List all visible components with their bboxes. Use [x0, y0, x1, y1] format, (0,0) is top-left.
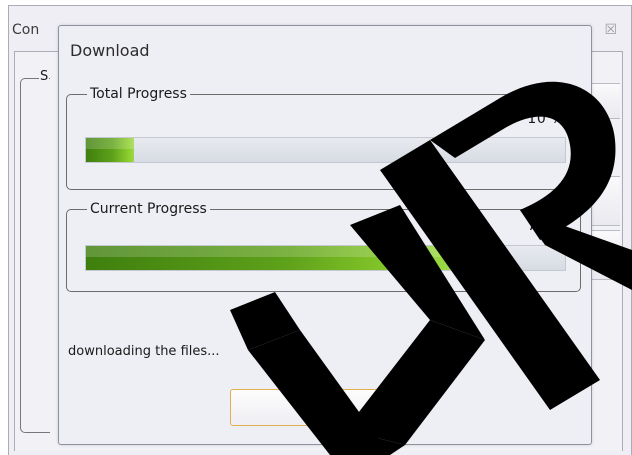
- status-text: downloading the files...: [68, 344, 220, 359]
- current-progress-label: Current Progress: [87, 201, 210, 217]
- close-icon[interactable]: ☒: [604, 22, 617, 38]
- current-progress-panel: Current Progress 76 %: [66, 201, 581, 292]
- download-dialog: Download Total Progress 10 % Current Pro…: [58, 25, 592, 445]
- total-progress-percent: 10 %: [527, 111, 565, 127]
- current-progress-bar: [85, 245, 566, 271]
- total-progress-bar: [85, 137, 566, 163]
- current-progress-fill: [86, 246, 451, 270]
- stop-button[interactable]: Stop: [230, 389, 420, 426]
- total-progress-panel: Total Progress 10 %: [66, 86, 581, 190]
- total-progress-fill: [86, 138, 134, 162]
- background-window-title: Con: [12, 22, 40, 38]
- background-group-label: S: [39, 69, 50, 84]
- total-progress-label: Total Progress: [87, 86, 190, 102]
- dialog-title: Download: [70, 41, 150, 60]
- current-progress-percent: 76 %: [527, 218, 565, 234]
- background-group-box: [20, 78, 50, 433]
